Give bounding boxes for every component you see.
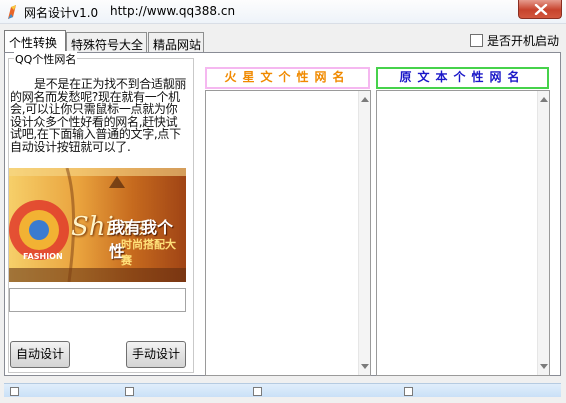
scroll-down-icon[interactable]: [361, 364, 369, 369]
bottom-status-bar: [4, 383, 561, 397]
window-url: http://www.qq388.cn: [110, 4, 236, 18]
tab-label: 特殊符号大全: [71, 38, 144, 52]
banner-sub-text: 时尚搭配大赛: [121, 238, 176, 267]
tab-label: 个性转换: [9, 36, 58, 50]
banner-small-text: FASHION: [23, 252, 63, 261]
option-checkbox-4[interactable]: [404, 387, 413, 396]
description-text: 是不是在正为找不到合适靓丽的网名而发愁呢?现在就有一个机会,可以让你只需鼠标一点…: [10, 77, 187, 154]
name-input[interactable]: [9, 288, 186, 312]
original-list-scrollbar[interactable]: [537, 91, 549, 375]
martian-names-title: 火星文个性网名: [224, 70, 351, 84]
fashion-banner-image: Shine 我有我个性 时尚搭配大赛 FASHION: [9, 168, 186, 282]
original-names-header: 原文本个性网名: [376, 67, 549, 89]
martian-names-header: 火星文个性网名: [205, 67, 370, 89]
scroll-down-icon[interactable]: [540, 364, 548, 369]
tab-featured-sites[interactable]: 精品网站: [148, 32, 204, 53]
option-checkbox-3[interactable]: [253, 387, 262, 396]
group-title: QQ个性网名: [14, 51, 78, 67]
autostart-checkbox[interactable]: 是否开机启动: [470, 32, 559, 49]
option-checkbox-2[interactable]: [125, 387, 134, 396]
original-names-list[interactable]: [376, 90, 550, 376]
tab-special-symbols[interactable]: 特殊符号大全: [66, 32, 147, 53]
scroll-up-icon[interactable]: [361, 97, 369, 102]
auto-design-button[interactable]: 自动设计: [10, 341, 70, 368]
title-bar: 网名设计v1.0 http://www.qq388.cn: [0, 0, 566, 24]
autostart-check-box[interactable]: [470, 34, 483, 47]
autostart-label: 是否开机启动: [487, 34, 560, 48]
manual-design-button[interactable]: 手动设计: [126, 341, 186, 368]
window-title: 网名设计v1.0: [24, 6, 99, 20]
martian-names-list[interactable]: [205, 90, 371, 376]
original-names-title: 原文本个性网名: [399, 70, 526, 84]
scroll-up-icon[interactable]: [540, 97, 548, 102]
app-icon: [8, 5, 16, 19]
close-icon: [534, 4, 548, 15]
option-checkbox-1[interactable]: [10, 387, 19, 396]
tab-label: 精品网站: [153, 38, 202, 52]
martian-list-scrollbar[interactable]: [358, 91, 370, 375]
close-button[interactable]: [518, 0, 562, 19]
